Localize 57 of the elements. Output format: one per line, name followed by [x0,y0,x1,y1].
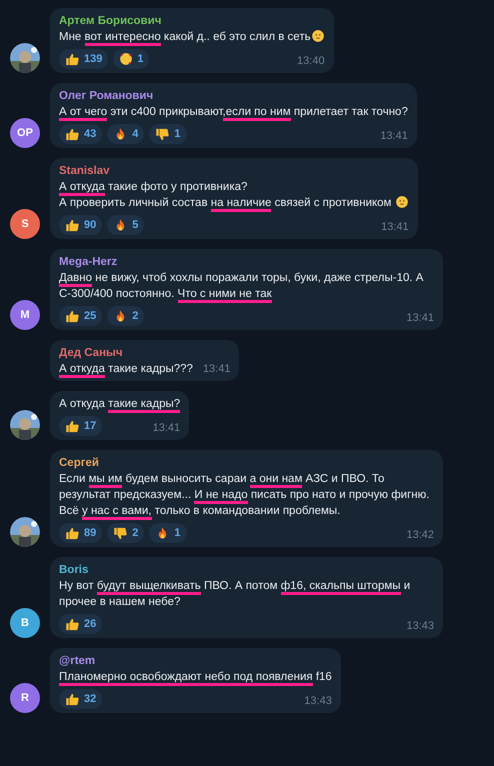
message-time: 13:40 [296,54,325,69]
message-text: Давно не вижу, чтоб хохлы поражали торы, буки, даже стрелы-10. А С-300/400 постоянно. Что с ними не так [59,270,434,302]
author-name: Дед Саныч [59,346,124,361]
avatar[interactable]: R [10,683,40,713]
reaction-chip[interactable]: 25 [59,306,102,326]
message-time: 13:41 [152,421,180,436]
thumbs-up-icon [65,526,80,540]
reaction-chip[interactable]: 5 [107,215,144,235]
thumbs-up-icon [65,418,80,434]
message-text: Мне вот интересно какой д.. еб это слил в сеть [59,29,325,45]
message-text: А от чего эти с400 прикрывают,если по ним прилетает так точно? [59,104,408,120]
message-time: 13:41 [379,129,408,144]
thumbs-down-icon [155,126,170,142]
author-name: Артем Борисович [59,14,162,29]
message-time: 13:43 [405,619,434,634]
author-name: Stanislav [59,164,110,179]
reaction-chip[interactable]: 1 [113,49,150,69]
avatar[interactable]: M [10,300,40,330]
author-name: Boris [59,563,90,578]
hearts-face-icon [119,52,134,66]
reaction-chip[interactable]: 43 [59,124,102,144]
reaction-chip[interactable]: 90 [59,215,102,235]
avatar[interactable]: S [10,209,40,239]
reaction-chip[interactable]: 17 [59,416,102,436]
message-time: 13:41 [380,220,409,235]
message-text: Ну вот будут выщелкивать ПВО. А потом ф16, скальпы штормы и прочее в нашем небе? [59,579,412,610]
reaction-chip[interactable]: 89 [59,523,102,543]
thumbs-up-icon [65,218,80,232]
message-time: 13:43 [303,694,332,709]
thumbs-up-icon [65,616,80,632]
author-name: Олег Романович [59,89,154,104]
reaction-chip[interactable]: 1 [149,523,186,543]
reaction-chip[interactable]: 139 [59,49,108,69]
message-text: А откуда такие кадры? [59,396,180,412]
message-text: Если мы им будем выносить сараи а они нам АЗС и ПВО. То результат предсказуем... И не надо писать про нато и прочую фигню. Всё у нас с вами, только в командовании проблемы. [59,471,434,519]
thumbs-up-icon [65,52,80,66]
reaction-chip[interactable]: 4 [107,124,144,144]
reaction-chip[interactable]: 32 [59,689,102,709]
avatar[interactable]: B [10,608,40,638]
thumbs-up-icon [65,126,80,142]
message-time: 13:41 [405,311,434,326]
reaction-chip[interactable]: 2 [107,523,144,543]
thumbs-up-icon [65,692,80,706]
author-name: Сергей [59,456,100,471]
reaction-chip[interactable]: 26 [59,614,102,634]
reaction-chip[interactable]: 1 [149,124,186,144]
avatar[interactable]: OP [10,118,40,148]
message-time: 13:42 [405,528,434,543]
message-time: 13:41 [202,362,230,377]
thumbs-up-icon [65,308,80,324]
author-name: @rtem [59,654,96,669]
message-text: А откуда такие кадры??? [59,361,193,377]
message-text: А откуда такие фото у противника? А проверить личный состав на наличие связей с противником [59,179,409,211]
author-name: Mega-Herz [59,255,118,270]
message-text: Планомерно освобождают небо под появления f16 [59,669,332,685]
thumbs-down-icon [113,526,128,540]
reaction-chip[interactable]: 2 [107,306,144,326]
